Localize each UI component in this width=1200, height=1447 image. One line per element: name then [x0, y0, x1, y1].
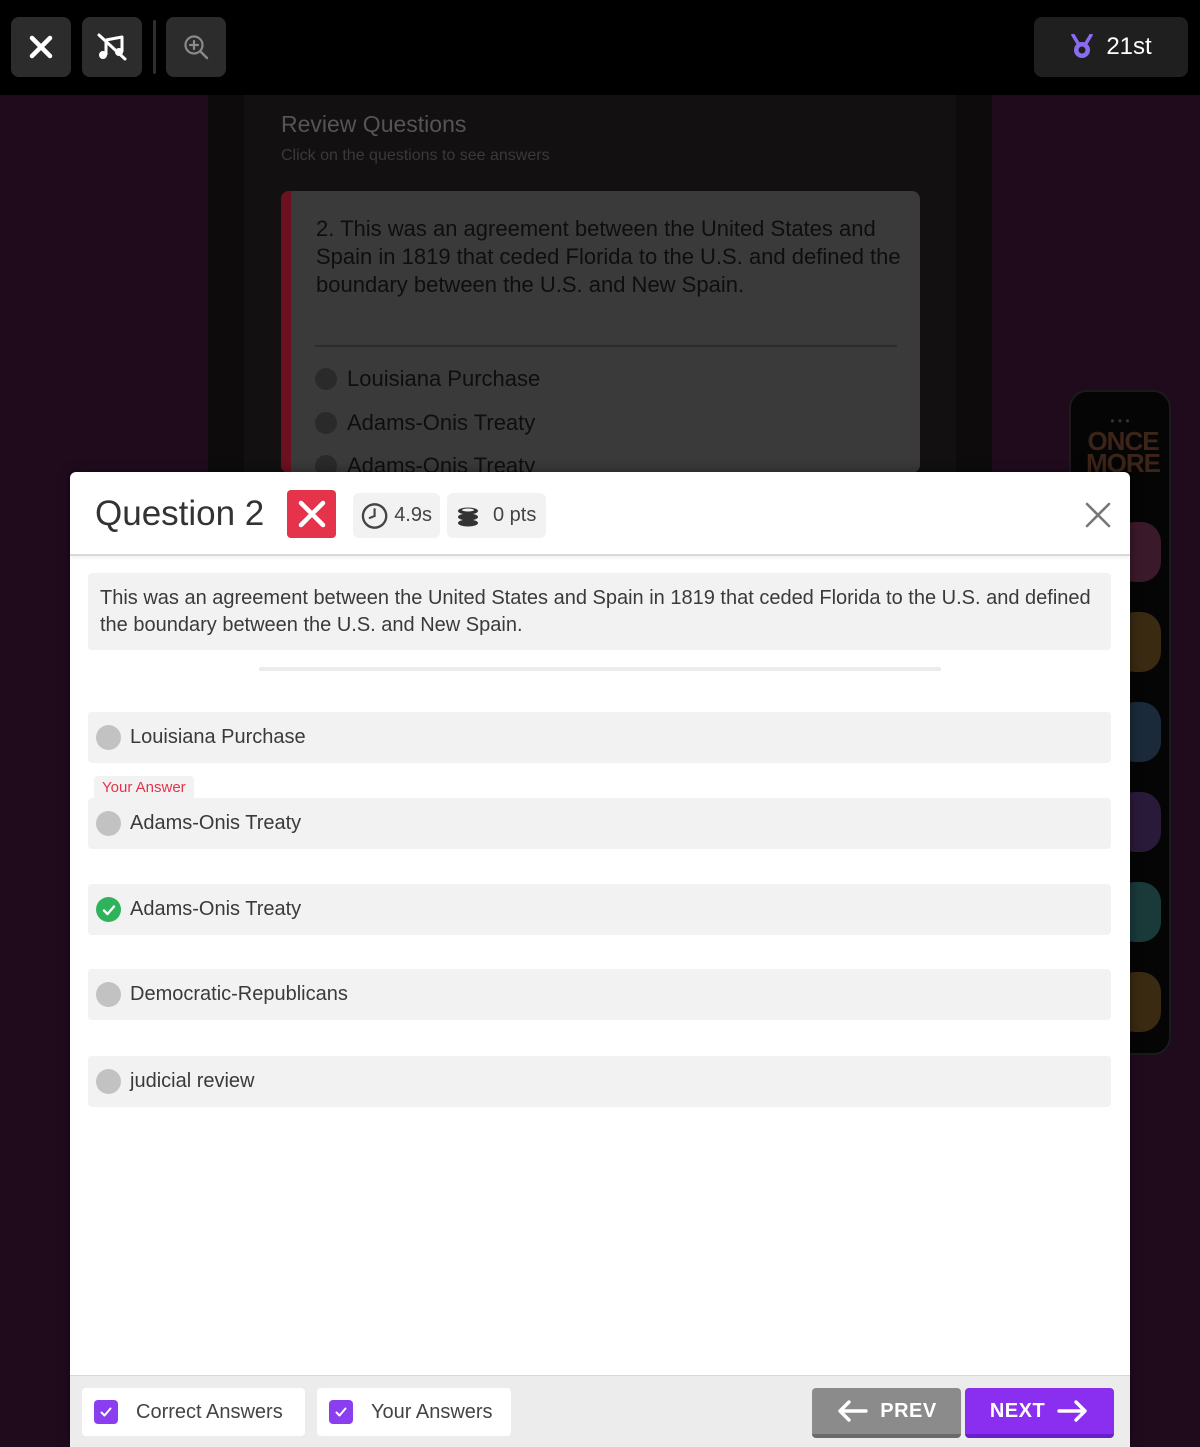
next-label: NEXT [989, 1399, 1046, 1422]
answer-option-label: judicial review [130, 1070, 255, 1092]
unselected-dot-icon [96, 982, 121, 1007]
review-option: Adams-Onis Treaty [315, 453, 535, 473]
question-review-modal: Question 2 4.9s 0 pts This was an agreem… [70, 472, 1130, 1447]
review-title: Review Questions [281, 111, 467, 137]
your-answers-label: Your Answers [371, 1400, 493, 1423]
close-modal-button[interactable] [1082, 499, 1114, 531]
close-icon [1085, 502, 1111, 528]
checkbox-checked-icon [94, 1400, 118, 1424]
answer-option-label: Democratic-Republicans [130, 983, 348, 1005]
answer-option-label: Louisiana Purchase [130, 726, 306, 748]
wrong-status-badge [287, 490, 336, 538]
option-dot-icon [315, 412, 337, 434]
question-text: This was an agreement between the United… [88, 573, 1111, 650]
prev-label: PREV [880, 1399, 937, 1422]
zoom-button[interactable] [166, 17, 226, 77]
checkbox-checked-icon [329, 1400, 353, 1424]
music-toggle-button[interactable] [82, 17, 142, 77]
answer-option: judicial review [88, 1056, 1111, 1107]
review-option: Louisiana Purchase [315, 366, 540, 392]
answer-option-your-answer: Adams-Onis Treaty [88, 798, 1111, 849]
question-divider [259, 667, 941, 671]
review-option-label: Louisiana Purchase [347, 366, 541, 391]
unselected-dot-icon [96, 1069, 121, 1094]
your-answer-tag: Your Answer [94, 776, 194, 798]
check-circle-icon [96, 897, 121, 922]
rank-value: 21st [1106, 33, 1152, 60]
review-subtitle: Click on the questions to see answers [281, 147, 550, 164]
prev-button[interactable]: PREV [812, 1388, 961, 1438]
your-answers-toggle[interactable]: Your Answers [317, 1388, 511, 1436]
unselected-dot-icon [96, 725, 121, 750]
review-option-label: Adams-Onis Treaty [347, 410, 536, 435]
arrow-left-icon [838, 1400, 868, 1422]
wrong-x-icon [298, 500, 325, 528]
answer-option: Louisiana Purchase [88, 712, 1111, 763]
medal-icon [1071, 34, 1094, 58]
clock-icon [361, 502, 388, 529]
option-dot-icon [315, 368, 337, 390]
close-icon [29, 35, 53, 59]
time-chip: 4.9s [353, 493, 440, 538]
rank-badge: 21st [1034, 17, 1188, 77]
modal-header: Question 2 4.9s 0 pts [70, 472, 1130, 556]
correct-answers-label: Correct Answers [136, 1400, 283, 1423]
answer-option-correct: Adams-Onis Treaty [88, 884, 1111, 935]
wrong-accent-bar [281, 191, 291, 473]
zoom-in-icon [184, 35, 209, 60]
next-button[interactable]: NEXT [965, 1388, 1114, 1438]
music-off-icon [97, 33, 127, 61]
arrow-right-icon [1057, 1400, 1087, 1422]
answer-option-label: Adams-Onis Treaty [130, 898, 302, 920]
coins-icon [458, 507, 478, 526]
points-value: 0 pts [493, 504, 537, 526]
question-title: Question 2 [95, 494, 265, 533]
top-bar: 21st [0, 0, 1200, 95]
option-dot-icon [315, 455, 337, 473]
review-card-divider [315, 345, 897, 347]
review-question-text: 2. This was an agreement between the Uni… [316, 216, 901, 297]
once-more-label: ONCE MORE [1086, 426, 1161, 478]
answer-option: Democratic-Republicans [88, 969, 1111, 1020]
answer-option-label: Adams-Onis Treaty [130, 812, 302, 834]
review-option-label: Adams-Onis Treaty [347, 453, 536, 473]
review-option: Adams-Onis Treaty [315, 410, 535, 436]
modal-footer: Correct Answers Your Answers PREV NEXT [70, 1375, 1130, 1447]
unselected-dot-icon [96, 811, 121, 836]
time-value: 4.9s [394, 504, 432, 526]
toolbar-divider [153, 20, 156, 74]
exit-button[interactable] [11, 17, 71, 77]
review-question-card[interactable]: 2. This was an agreement between the Uni… [281, 191, 920, 473]
points-chip: 0 pts [447, 493, 546, 538]
correct-answers-toggle[interactable]: Correct Answers [82, 1388, 305, 1436]
